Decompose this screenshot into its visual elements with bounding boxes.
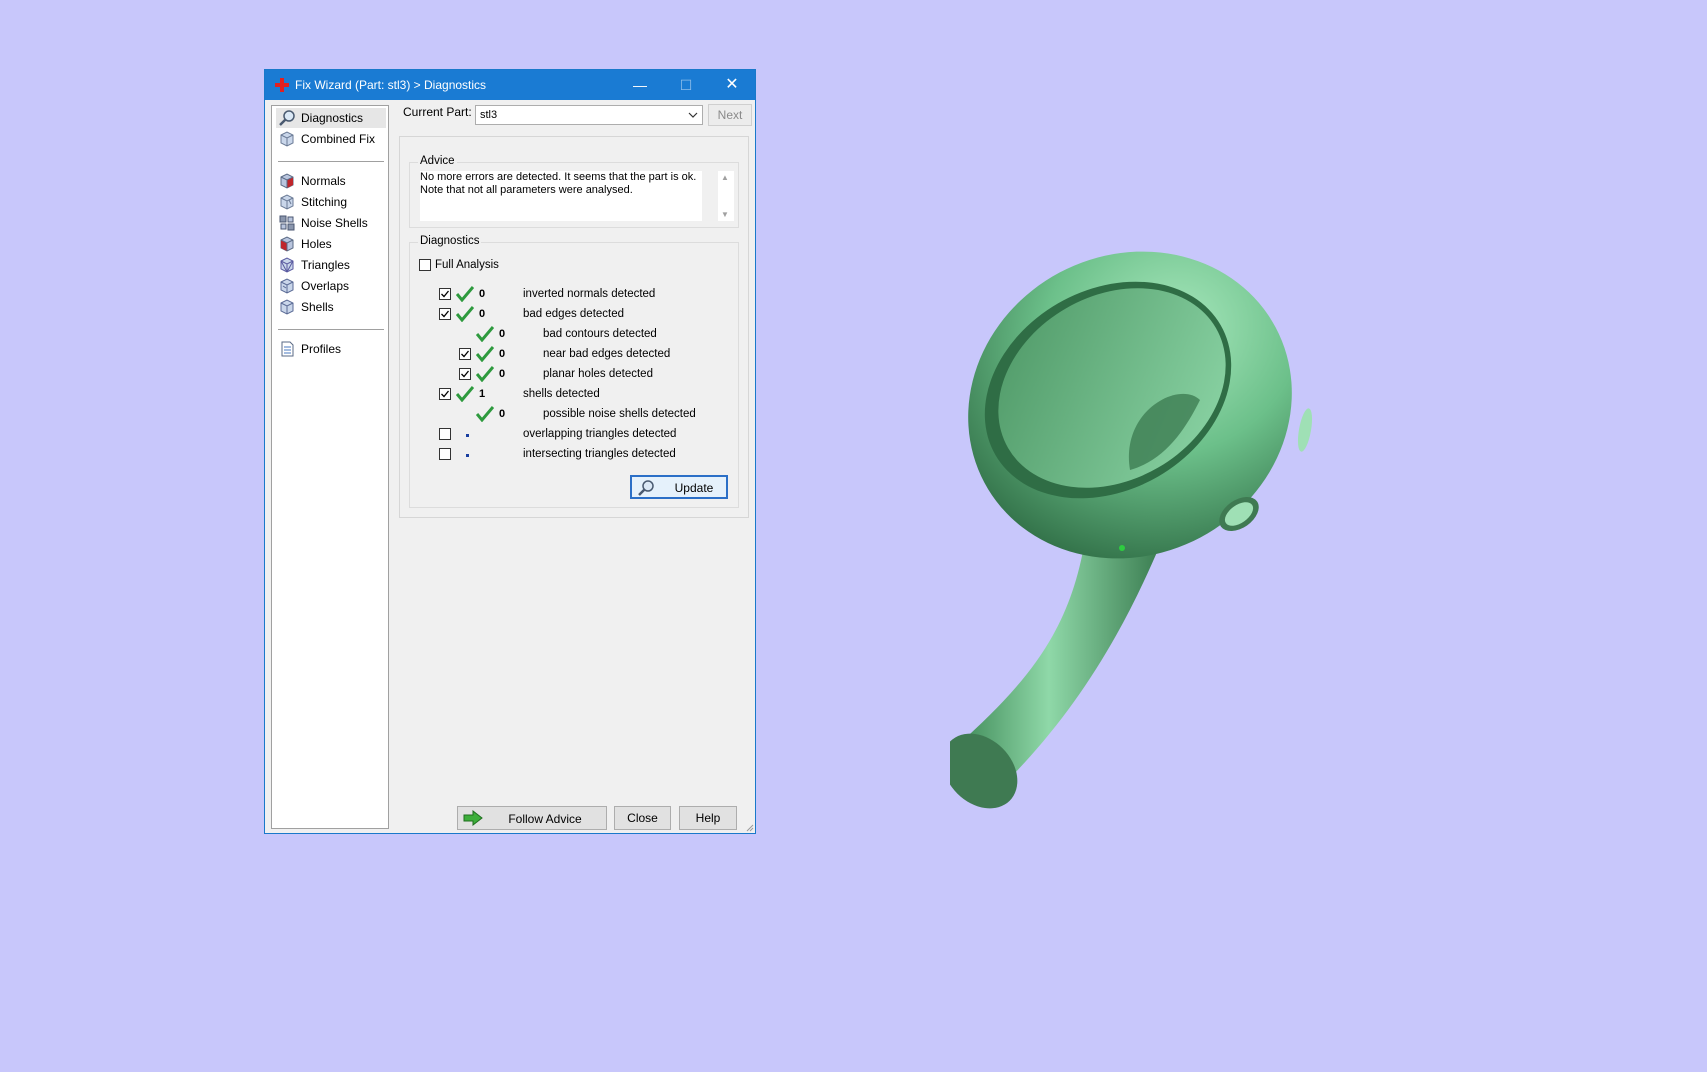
sidebar-item-diagnostics[interactable]: Diagnostics	[276, 108, 386, 128]
intersecting-triangles-checkbox[interactable]	[439, 448, 451, 460]
fix-wizard-app-icon	[275, 78, 289, 92]
green-check-icon	[476, 406, 494, 422]
full-analysis-label: Full Analysis	[435, 259, 499, 271]
fix-steps-sidebar: Diagnostics Combined Fix Normals Stitchi…	[271, 105, 389, 829]
bad-edges-checkbox[interactable]	[439, 308, 451, 320]
update-button-label: Update	[674, 481, 714, 495]
sidebar-item-label: Noise Shells	[301, 216, 368, 230]
title-bar[interactable]: Fix Wizard (Part: stl3) > Diagnostics — …	[265, 70, 755, 100]
green-check-icon	[456, 286, 474, 302]
advice-group: Advice No more errors are detected. It s…	[409, 155, 739, 228]
sidebar-item-triangles[interactable]: Triangles	[276, 255, 386, 275]
advice-line-1: No more errors are detected. It seems th…	[420, 171, 697, 183]
diagnostics-group-title: Diagnostics	[418, 235, 482, 247]
not-analysed-dot-icon	[466, 454, 469, 457]
not-analysed-dot-icon	[466, 434, 469, 437]
overlaps-cube-icon	[280, 278, 294, 294]
scroll-up-icon[interactable]: ▲	[721, 173, 729, 182]
bad-contours-count: 0	[499, 328, 506, 340]
sidebar-item-label: Combined Fix	[301, 132, 376, 146]
current-part-select[interactable]: stl3	[475, 105, 703, 125]
stitching-cube-icon	[280, 194, 294, 210]
maximize-button[interactable]: ☐	[663, 70, 709, 100]
sidebar-item-label: Triangles	[301, 258, 350, 272]
magnifier-icon	[638, 480, 654, 496]
advice-textbox[interactable]: No more errors are detected. It seems th…	[420, 171, 702, 221]
sidebar-item-label: Overlaps	[301, 279, 350, 293]
green-check-icon	[476, 326, 494, 342]
sidebar-item-label: Holes	[301, 237, 332, 251]
minimize-button[interactable]: —	[617, 70, 663, 100]
planar-holes-label: planar holes detected	[543, 368, 653, 380]
triangles-cube-icon	[280, 257, 294, 273]
follow-advice-label: Follow Advice	[508, 812, 582, 826]
document-icon	[281, 341, 294, 357]
sidebar-divider	[278, 161, 384, 162]
sidebar-divider	[278, 329, 384, 330]
overlapping-triangles-label: overlapping triangles detected	[523, 428, 677, 440]
chevron-down-icon	[688, 112, 698, 118]
noise-shells-icon	[279, 215, 295, 231]
noise-shells-count: 0	[499, 408, 506, 420]
green-arrow-right-icon	[463, 810, 483, 826]
planar-holes-checkbox[interactable]	[459, 368, 471, 380]
sidebar-item-stitching[interactable]: Stitching	[276, 192, 386, 212]
help-button[interactable]: Help	[679, 806, 737, 830]
green-check-icon	[456, 306, 474, 322]
current-part-label: Current Part:	[403, 105, 472, 119]
green-check-icon	[476, 366, 494, 382]
sidebar-item-label: Normals	[301, 174, 346, 188]
follow-advice-button[interactable]: Follow Advice	[457, 806, 607, 830]
bad-edges-count: 0	[479, 308, 486, 320]
advice-line-2: Note that not all parameters were analys…	[420, 184, 633, 196]
close-window-button[interactable]: ✕	[709, 70, 755, 100]
sidebar-item-label: Profiles	[301, 342, 342, 356]
sidebar-item-profiles[interactable]: Profiles	[276, 339, 386, 359]
3d-part-model[interactable]	[950, 240, 1330, 860]
holes-cube-icon	[280, 236, 294, 252]
inverted-normals-label: inverted normals detected	[523, 288, 656, 300]
magnifier-icon	[279, 110, 295, 126]
sidebar-item-label: Stitching	[301, 195, 348, 209]
update-button[interactable]: Update	[630, 475, 728, 499]
shells-cube-icon	[280, 299, 294, 315]
sidebar-item-normals[interactable]: Normals	[276, 171, 386, 191]
bad-contours-label: bad contours detected	[543, 328, 657, 340]
sidebar-item-combined-fix[interactable]: Combined Fix	[276, 129, 386, 149]
near-bad-edges-checkbox[interactable]	[459, 348, 471, 360]
sidebar-item-label: Diagnostics	[301, 111, 364, 125]
planar-holes-count: 0	[499, 368, 506, 380]
sidebar-item-overlaps[interactable]: Overlaps	[276, 276, 386, 296]
resize-grip-icon[interactable]	[744, 822, 754, 832]
noise-shells-label: possible noise shells detected	[543, 408, 696, 420]
inverted-normals-checkbox[interactable]	[439, 288, 451, 300]
scroll-down-icon[interactable]: ▼	[721, 210, 729, 219]
sidebar-item-holes[interactable]: Holes	[276, 234, 386, 254]
sidebar-item-label: Shells	[301, 300, 334, 314]
near-bad-edges-label: near bad edges detected	[543, 348, 671, 360]
shells-label: shells detected	[523, 388, 600, 400]
green-check-icon	[476, 346, 494, 362]
green-check-icon	[456, 386, 474, 402]
fix-wizard-window: Fix Wizard (Part: stl3) > Diagnostics — …	[264, 69, 756, 834]
bad-edges-label: bad edges detected	[523, 308, 625, 320]
normals-cube-icon	[280, 173, 294, 189]
near-bad-edges-count: 0	[499, 348, 506, 360]
3d-viewport[interactable]	[0, 0, 1707, 1072]
intersecting-triangles-label: intersecting triangles detected	[523, 448, 676, 460]
close-button[interactable]: Close	[614, 806, 671, 830]
full-analysis-checkbox[interactable]	[419, 259, 431, 271]
shells-checkbox[interactable]	[439, 388, 451, 400]
window-title: Fix Wizard (Part: stl3) > Diagnostics	[295, 78, 487, 92]
overlapping-triangles-checkbox[interactable]	[439, 428, 451, 440]
advice-group-title: Advice	[418, 155, 457, 167]
advice-scrollbar[interactable]: ▲ ▼	[718, 171, 734, 221]
sidebar-item-noise-shells[interactable]: Noise Shells	[276, 213, 386, 233]
inverted-normals-count: 0	[479, 288, 486, 300]
current-part-value: stl3	[480, 109, 498, 121]
cube-icon	[280, 131, 294, 147]
next-button[interactable]: Next	[708, 104, 752, 126]
shells-count: 1	[479, 388, 486, 400]
sidebar-item-shells[interactable]: Shells	[276, 297, 386, 317]
